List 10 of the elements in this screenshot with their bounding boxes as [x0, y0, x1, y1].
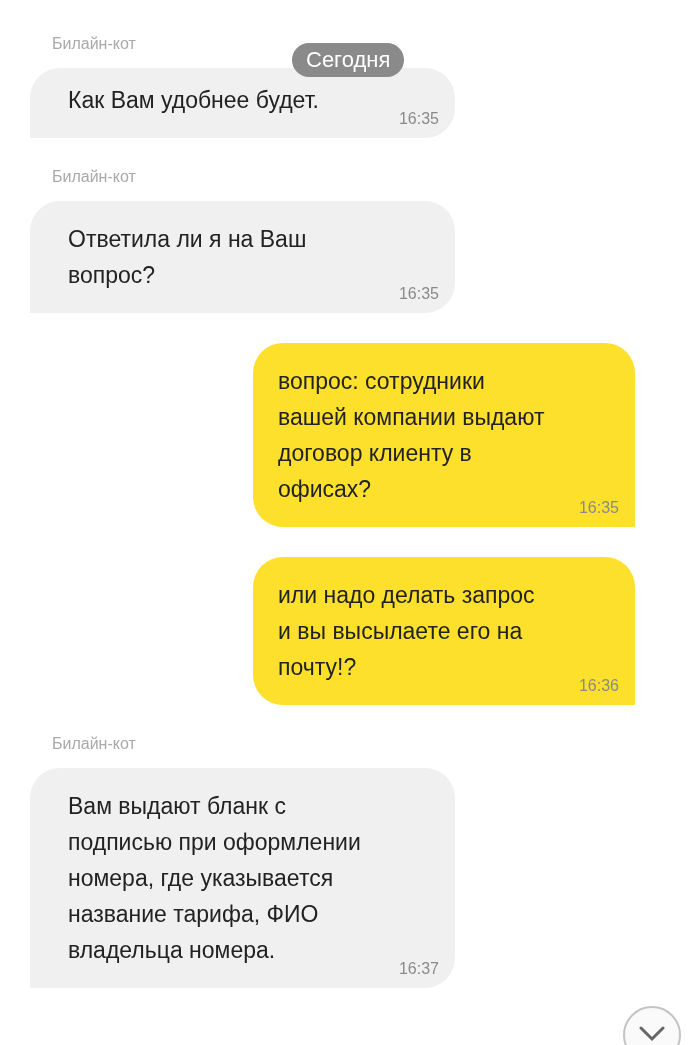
message-time: 16:37 [398, 960, 439, 978]
message-time: 16:35 [398, 285, 439, 303]
sender-name: Билайн-кот [52, 168, 136, 186]
sender-name: Билайн-кот [52, 735, 136, 753]
message-time: 16:36 [578, 677, 619, 695]
sender-name: Билайн-кот [52, 35, 136, 53]
message-time: 16:35 [578, 499, 619, 517]
date-chip: Сегодня [292, 43, 405, 77]
chevron-down-icon [639, 1026, 665, 1042]
message-time: 16:35 [398, 110, 439, 128]
